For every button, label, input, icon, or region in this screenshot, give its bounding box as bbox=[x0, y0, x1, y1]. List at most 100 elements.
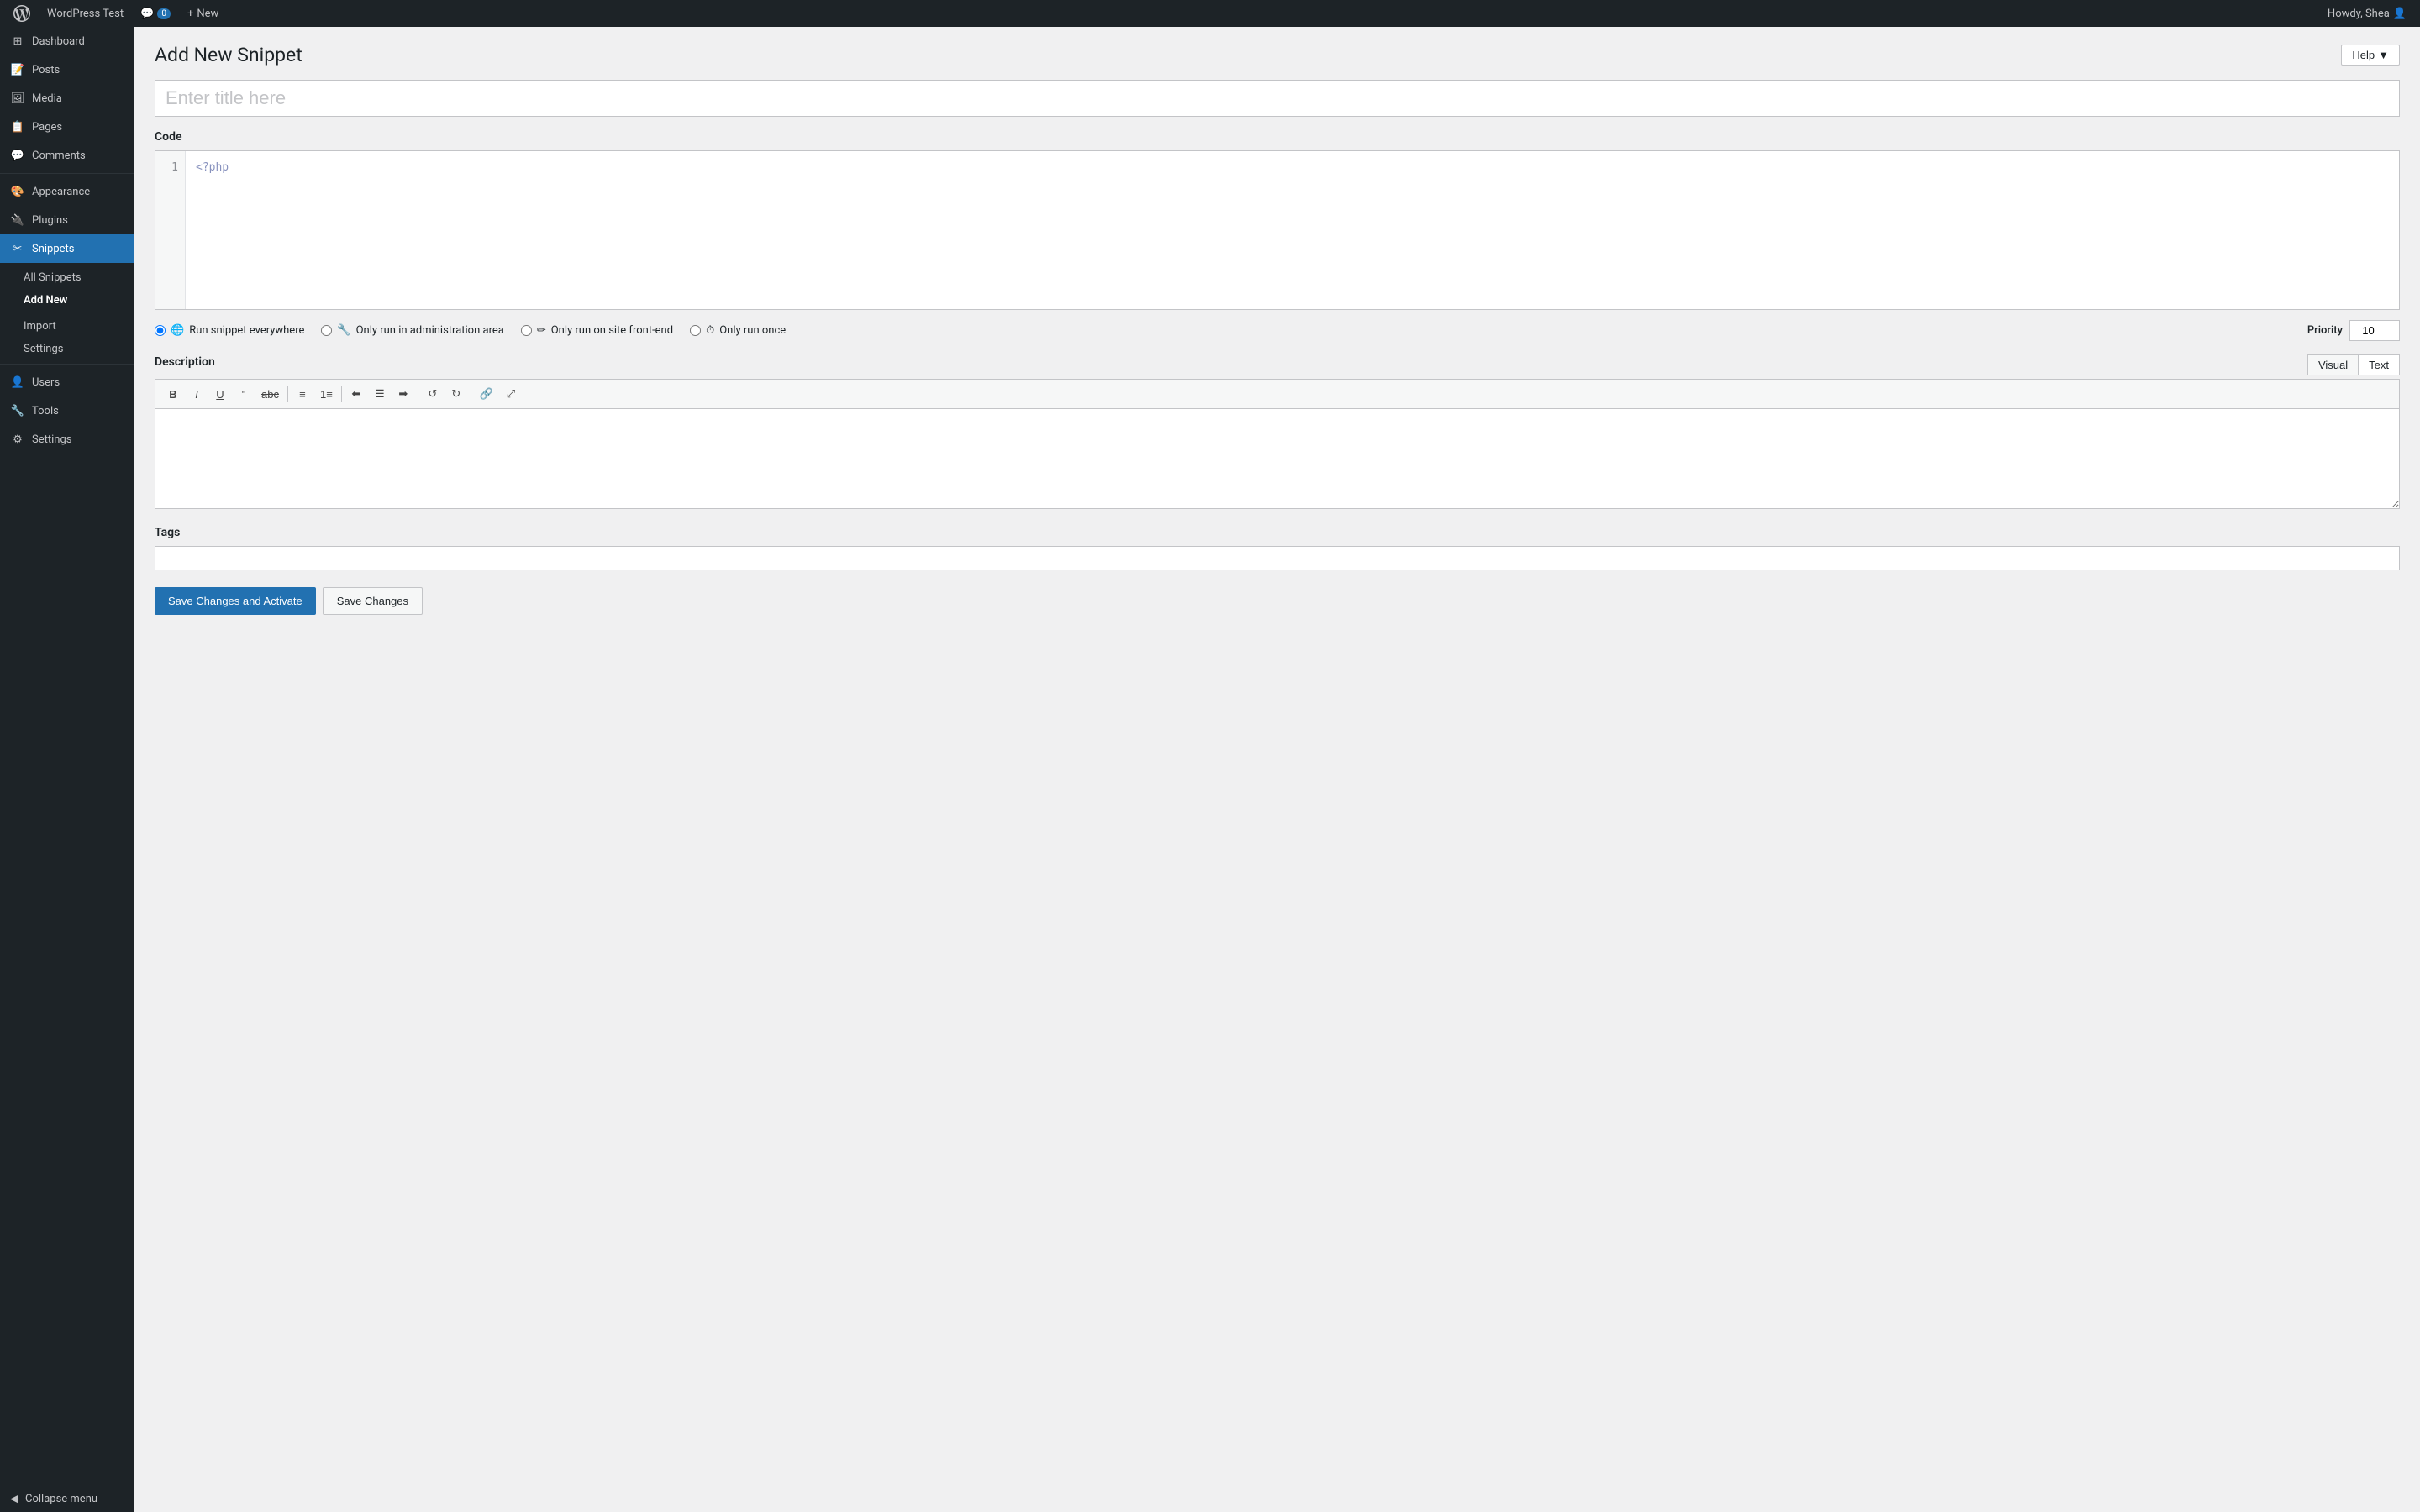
toolbar-blockquote[interactable]: " bbox=[233, 383, 255, 405]
sidebar-item-snippets[interactable]: ✂ Snippets bbox=[0, 234, 134, 263]
toolbar-strikethrough[interactable]: abc bbox=[256, 383, 284, 405]
toolbar-italic[interactable]: I bbox=[186, 383, 208, 405]
toolbar-ul[interactable]: ≡ bbox=[292, 383, 313, 405]
blockquote-icon: " bbox=[242, 388, 246, 401]
toolbar-undo[interactable]: ↺ bbox=[422, 383, 444, 405]
run-option-once[interactable]: ⏱ Only run once bbox=[690, 324, 786, 337]
code-content-area[interactable]: <?php bbox=[186, 151, 2399, 309]
toolbar-ol[interactable]: 1≡ bbox=[315, 383, 338, 405]
toolbar-redo[interactable]: ↻ bbox=[445, 383, 467, 405]
save-label: Save Changes bbox=[337, 595, 408, 607]
collapse-menu[interactable]: ◀ Collapse menu bbox=[0, 1486, 134, 1512]
sidebar-label-media: Media bbox=[32, 92, 62, 105]
collapse-label: Collapse menu bbox=[25, 1493, 97, 1505]
sidebar-item-tools[interactable]: 🔧 Tools bbox=[0, 396, 134, 425]
toolbar-link[interactable]: 🔗 bbox=[475, 383, 498, 405]
sidebar-item-dashboard[interactable]: ⊞ Dashboard bbox=[0, 27, 134, 55]
page-title: Add New Snippet bbox=[155, 44, 302, 66]
settings-sub-label: Settings bbox=[24, 343, 63, 355]
comments-icon: 💬 bbox=[10, 148, 25, 163]
toolbar-underline[interactable]: U bbox=[209, 383, 231, 405]
line-number-1: 1 bbox=[162, 160, 178, 177]
sidebar-item-settings[interactable]: ⚙ Settings bbox=[0, 425, 134, 454]
new-item[interactable]: + New bbox=[181, 0, 225, 27]
run-everywhere-icon: 🌐 bbox=[171, 324, 184, 337]
sidebar-item-settings-sub[interactable]: Settings bbox=[0, 338, 134, 360]
ul-icon: ≡ bbox=[299, 388, 306, 401]
description-section: Description Visual Text B I U " abc ≡ bbox=[155, 354, 2400, 512]
code-editor: 1 <?php bbox=[155, 150, 2400, 310]
run-admin-label: Only run in administration area bbox=[356, 324, 504, 337]
redo-icon: ↻ bbox=[451, 387, 460, 401]
code-php-tag: <?php bbox=[196, 161, 229, 174]
snippet-title-input[interactable] bbox=[155, 80, 2400, 117]
save-button[interactable]: Save Changes bbox=[323, 587, 423, 615]
sidebar-item-add-new[interactable]: Add New bbox=[0, 289, 134, 312]
align-right-icon: ➡ bbox=[398, 387, 408, 401]
priority-input[interactable] bbox=[2349, 320, 2400, 341]
posts-icon: 📝 bbox=[10, 62, 25, 77]
toolbar-bold[interactable]: B bbox=[162, 383, 184, 405]
description-textarea[interactable] bbox=[155, 408, 2400, 509]
description-section-label: Description bbox=[155, 355, 215, 369]
wp-logo-item[interactable] bbox=[7, 0, 37, 27]
toolbar-align-right[interactable]: ➡ bbox=[392, 383, 414, 405]
radio-everywhere[interactable] bbox=[155, 325, 166, 336]
line-numbers: 1 bbox=[155, 151, 186, 309]
sidebar-item-posts[interactable]: 📝 Posts bbox=[0, 55, 134, 84]
settings-icon: ⚙ bbox=[10, 432, 25, 447]
action-buttons: Save Changes and Activate Save Changes bbox=[155, 587, 2400, 615]
main-content: Add New Snippet Help ▼ Code 1 <?php 🌐 Ru… bbox=[134, 27, 2420, 1512]
run-everywhere-label: Run snippet everywhere bbox=[189, 324, 304, 337]
sidebar-item-users[interactable]: 👤 Users bbox=[0, 368, 134, 396]
sidebar-item-appearance[interactable]: 🎨 Appearance bbox=[0, 177, 134, 206]
toolbar-divider-1 bbox=[287, 386, 288, 402]
comment-icon: 💬 bbox=[140, 8, 154, 20]
underline-label: U bbox=[216, 388, 224, 401]
toolbar-align-center[interactable]: ☰ bbox=[369, 383, 391, 405]
howdy-item[interactable]: Howdy, Shea 👤 bbox=[2321, 0, 2413, 27]
toolbar-align-left[interactable]: ⬅ bbox=[345, 383, 367, 405]
sidebar: ⊞ Dashboard 📝 Posts 🖼 Media 📋 Pages 💬 Co… bbox=[0, 27, 134, 1512]
sidebar-item-plugins[interactable]: 🔌 Plugins bbox=[0, 206, 134, 234]
comments-item[interactable]: 💬 0 bbox=[134, 0, 177, 27]
sidebar-item-media[interactable]: 🖼 Media bbox=[0, 84, 134, 113]
comments-count: 0 bbox=[157, 8, 171, 19]
appearance-icon: 🎨 bbox=[10, 184, 25, 199]
priority-label: Priority bbox=[2307, 324, 2343, 337]
tags-input[interactable] bbox=[155, 546, 2400, 570]
run-option-frontend[interactable]: ✏ Only run on site front-end bbox=[521, 324, 673, 337]
tools-icon: 🔧 bbox=[10, 403, 25, 418]
code-section-label: Code bbox=[155, 130, 2400, 144]
sidebar-divider-2 bbox=[0, 364, 134, 365]
dashboard-icon: ⊞ bbox=[10, 34, 25, 49]
undo-icon: ↺ bbox=[428, 387, 437, 401]
run-option-admin[interactable]: 🔧 Only run in administration area bbox=[321, 324, 503, 337]
chevron-down-icon: ▼ bbox=[2378, 49, 2389, 61]
toolbar-fullscreen[interactable]: ⤢ bbox=[500, 383, 522, 405]
plugins-icon: 🔌 bbox=[10, 213, 25, 228]
save-activate-label: Save Changes and Activate bbox=[168, 595, 302, 607]
add-new-label: Add New bbox=[24, 294, 67, 307]
save-activate-button[interactable]: Save Changes and Activate bbox=[155, 587, 316, 615]
tab-visual[interactable]: Visual bbox=[2307, 354, 2358, 375]
run-once-label: Only run once bbox=[719, 324, 786, 337]
run-option-everywhere[interactable]: 🌐 Run snippet everywhere bbox=[155, 324, 304, 337]
tags-section-label: Tags bbox=[155, 526, 2400, 539]
tags-section: Tags bbox=[155, 526, 2400, 570]
radio-frontend[interactable] bbox=[521, 325, 532, 336]
sidebar-item-import[interactable]: Import bbox=[0, 315, 134, 338]
site-name-item[interactable]: WordPress Test bbox=[40, 0, 130, 27]
page-header: Add New Snippet Help ▼ bbox=[155, 44, 2400, 66]
sidebar-item-all-snippets[interactable]: All Snippets bbox=[0, 266, 134, 289]
radio-admin[interactable] bbox=[321, 325, 332, 336]
align-left-icon: ⬅ bbox=[351, 387, 360, 401]
help-button[interactable]: Help ▼ bbox=[2341, 45, 2400, 66]
tab-text[interactable]: Text bbox=[2358, 354, 2400, 375]
tab-text-label: Text bbox=[2369, 359, 2389, 371]
tab-visual-label: Visual bbox=[2318, 359, 2348, 371]
sidebar-item-comments[interactable]: 💬 Comments bbox=[0, 141, 134, 170]
radio-once[interactable] bbox=[690, 325, 701, 336]
snippets-icon: ✂ bbox=[10, 241, 25, 256]
sidebar-item-pages[interactable]: 📋 Pages bbox=[0, 113, 134, 141]
